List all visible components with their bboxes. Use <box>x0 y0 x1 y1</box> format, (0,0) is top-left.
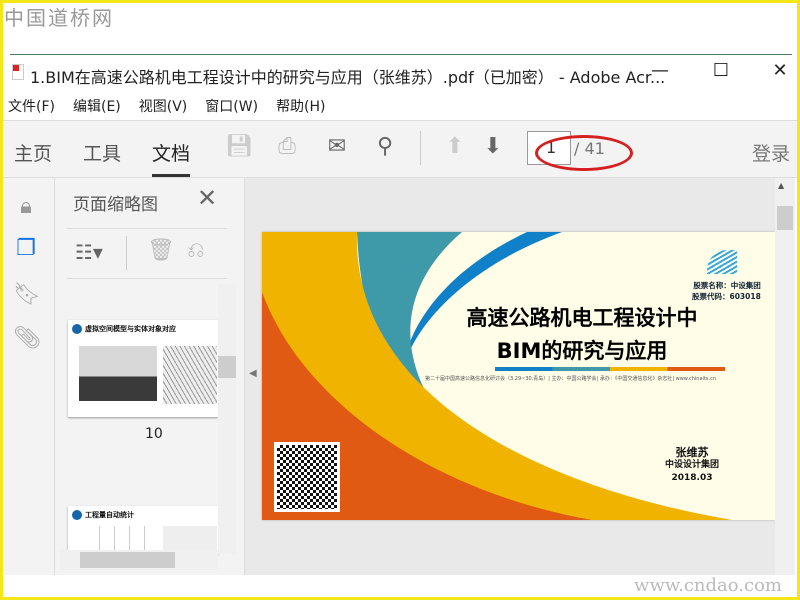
author: 张维苏 <box>675 446 709 459</box>
tab-document[interactable]: 文档 <box>152 139 191 177</box>
pdf-file-icon <box>12 64 24 80</box>
scroll-up-icon[interactable]: ▲ <box>778 181 784 190</box>
next-page-icon[interactable]: ⬇︎ <box>479 133 507 161</box>
toolbar: 主页 工具 文档 💾︎ ⎙ ✉ ⚲ ⬆︎ ⬇︎ 1 / 41 登录 <box>0 120 800 178</box>
document-view: ◀ 股票名称：中设集团 股票代码：603018 高速公路机电工程设计中 BIM的… <box>245 178 775 575</box>
collapse-panel-icon[interactable]: ◀ <box>249 368 257 379</box>
close-panel-icon[interactable]: ✕ <box>197 184 217 212</box>
email-icon[interactable]: ✉ <box>323 133 351 161</box>
left-rail: 🔒︎ ❐ 🔖︎ 📎︎ <box>3 178 55 575</box>
stock-name: 股票名称：中设集团 <box>693 281 761 290</box>
watermark-bottom: www.cndao.com <box>634 575 782 596</box>
slide-title-line2: BIM的研究与应用 <box>496 339 668 363</box>
slide-page: 股票名称：中设集团 股票代码：603018 高速公路机电工程设计中 BIM的研究… <box>262 232 775 520</box>
thumbnail-page-label: 10 <box>145 426 163 442</box>
menu-edit[interactable]: 编辑(E) <box>73 96 121 116</box>
scroll-thumb[interactable] <box>777 206 793 230</box>
slide-title-line1: 高速公路机电工程设计中 <box>466 306 698 330</box>
delete-icon[interactable]: 🗑︎ <box>147 238 175 263</box>
tab-tools[interactable]: 工具 <box>83 139 121 166</box>
date: 2018.03 <box>671 473 713 483</box>
attachment-icon[interactable]: 📎︎ <box>13 326 41 352</box>
watermark-top: 中国道桥网 <box>4 6 114 30</box>
options-icon[interactable]: ☷▾ <box>75 240 103 264</box>
thumbnail-hscroll[interactable] <box>60 550 218 570</box>
conference-line: 第二十届中国高速公路信息化研讨会（3.29~30,青岛）| 主办：中国公路学会|… <box>425 376 717 382</box>
login-button[interactable]: 登录 <box>752 139 790 166</box>
maximize-button[interactable]: ☐ <box>706 60 736 81</box>
extract-icon[interactable]: ⎌ <box>187 238 205 263</box>
document-vscroll[interactable]: ▲ <box>775 178 795 575</box>
search-icon[interactable]: ⚲ <box>371 133 399 161</box>
panel-title: 页面缩略图 <box>73 195 158 215</box>
thumbnail-panel: 页面缩略图 ✕ ☷▾ 🗑︎ ⎌ 虚拟空间模型与实体对象对应 10 工程量自动统计 <box>55 178 245 575</box>
hscroll-thumb[interactable] <box>80 552 175 568</box>
scroll-thumb[interactable] <box>218 356 236 378</box>
print-icon[interactable]: ⎙ <box>273 133 301 161</box>
previous-page-icon[interactable]: ⬆︎ <box>441 133 469 161</box>
save-icon[interactable]: 💾︎ <box>225 133 253 161</box>
menu-view[interactable]: 视图(V) <box>139 96 188 116</box>
menu-help[interactable]: 帮助(H) <box>276 96 325 116</box>
qr-code <box>274 442 340 512</box>
divider <box>10 54 792 55</box>
organization: 中设设计集团 <box>664 460 719 470</box>
thumbnail-page-10[interactable]: 虚拟空间模型与实体对象对应 <box>68 320 218 417</box>
minimize-button[interactable]: — <box>645 60 675 81</box>
toolbar-divider <box>420 131 421 165</box>
pages-icon[interactable]: ❐ <box>13 236 39 262</box>
tab-home[interactable]: 主页 <box>14 139 52 166</box>
lock-icon[interactable]: 🔒︎ <box>13 194 39 220</box>
close-button[interactable]: ✕ <box>765 60 795 81</box>
menu-file[interactable]: 文件(F) <box>8 96 55 116</box>
window-title: 1.BIM在高速公路机电工程设计中的研究与应用（张维苏）.pdf（已加密） - … <box>30 68 666 87</box>
thumbnail-page-11[interactable]: 工程量自动统计 <box>68 506 218 554</box>
stock-code: 股票代码：603018 <box>692 292 761 301</box>
color-bar <box>495 367 725 371</box>
annotation-ellipse <box>535 135 633 171</box>
thumbnail-vscroll[interactable] <box>218 284 236 554</box>
menu-bar: 文件(F) 编辑(E) 视图(V) 窗口(W) 帮助(H) <box>8 96 326 116</box>
bookmark-icon[interactable]: 🔖︎ <box>13 282 41 308</box>
menu-window[interactable]: 窗口(W) <box>205 96 258 116</box>
